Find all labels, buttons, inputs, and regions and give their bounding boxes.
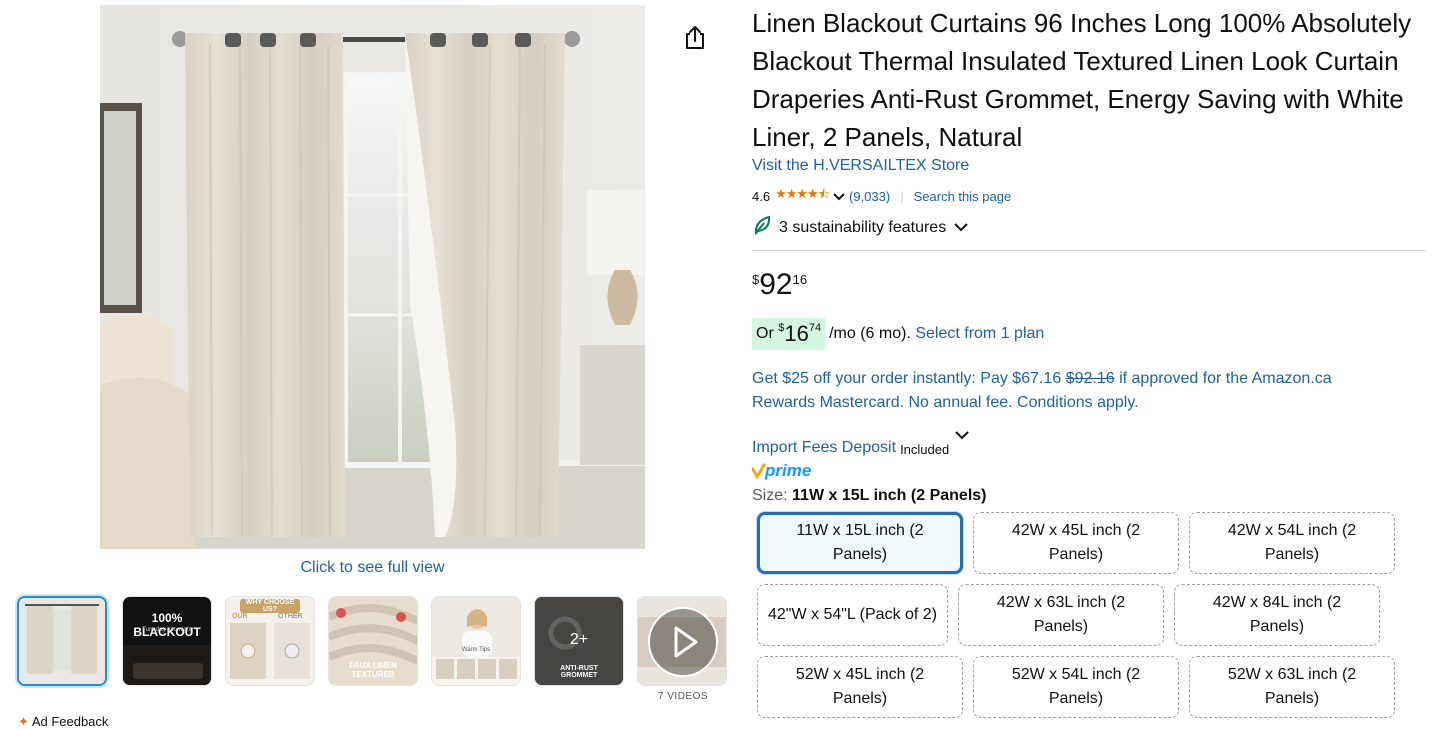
- thumbnail-2[interactable]: 100% BLACKOUT Turn day into night: [122, 596, 212, 686]
- import-fees-row: Import Fees Deposit Included: [752, 431, 969, 457]
- ad-feedback-link[interactable]: ✦ Ad Feedback: [18, 714, 108, 730]
- search-this-page-link[interactable]: Search this page: [914, 189, 1012, 204]
- chevron-down-icon: [954, 219, 968, 237]
- monthly-payment: Or $16 74 /mo (6 mo). Select from 1 plan: [752, 318, 1044, 350]
- rating-value: 4.6: [752, 188, 771, 204]
- store-link[interactable]: Visit the H.VERSAILTEX Store: [752, 157, 969, 175]
- monthly-suffix: /mo (6 mo).: [829, 325, 911, 342]
- monthly-symbol: $: [778, 322, 785, 334]
- leaf-icon: [753, 215, 771, 240]
- comparison-image: [230, 623, 310, 679]
- more-images-count: 2+: [569, 631, 589, 648]
- size-option[interactable]: 42W x 54L inch (2 Panels): [1189, 512, 1395, 574]
- sustainability-features[interactable]: 3 sustainability features: [753, 215, 968, 240]
- promo-text-1: Get $25 off your order instantly: Pay $6…: [752, 370, 1062, 387]
- share-icon: [686, 26, 704, 49]
- thumbnail-6[interactable]: 2+ ANTI-RUST GROMMET: [534, 596, 624, 686]
- thumbnail-why-choose-title: WHY CHOOSE US?: [240, 599, 300, 613]
- size-label-text: Size:: [752, 487, 788, 504]
- thumbnail-curtain-image: [19, 598, 105, 684]
- size-option[interactable]: 52W x 54L inch (2 Panels): [973, 656, 1179, 718]
- prime-label: prime: [764, 461, 811, 480]
- size-option[interactable]: 42W x 84L inch (2 Panels): [1174, 584, 1380, 646]
- videos-count-label: 7 VIDEOS: [657, 691, 709, 702]
- thumbnail-warm-tips-title: Warm Tips: [461, 647, 491, 653]
- divider-pipe: |: [900, 188, 904, 204]
- promo-strike-price: $92.16: [1065, 370, 1115, 387]
- thumbnail-3[interactable]: WHY CHOOSE US? OUR OTHER: [225, 596, 315, 686]
- share-button[interactable]: [680, 22, 710, 52]
- prime-badge: prime: [751, 461, 822, 483]
- rating-row: 4.6 ★★★★⯪ (9,033) | Search this page: [752, 185, 1011, 207]
- price-whole: 92: [759, 268, 793, 301]
- product-title: Linen Blackout Curtains 96 Inches Long 1…: [752, 8, 1412, 152]
- select-plan-link[interactable]: Select from 1 plan: [915, 325, 1044, 343]
- size-option[interactable]: 42"W x 54"L (Pack of 2): [757, 584, 948, 646]
- size-option[interactable]: 42W x 45L inch (2 Panels): [973, 512, 1179, 574]
- thumbnail-4[interactable]: FAUX LINEN TEXTURED: [328, 596, 418, 686]
- monthly-price-highlight: Or $16 74: [752, 318, 826, 350]
- price: $9216: [752, 268, 807, 302]
- price-fraction: 16: [792, 272, 808, 287]
- ad-feedback-label: Ad Feedback: [31, 714, 109, 729]
- size-label: Size: 11W x 15L inch (2 Panels): [752, 487, 986, 505]
- sustainability-label: 3 sustainability features: [779, 218, 947, 236]
- main-product-image[interactable]: [100, 5, 645, 549]
- import-fees-included: Included: [900, 442, 950, 457]
- thumbnail-anti-rust-caption: ANTI-RUST GROMMET: [560, 665, 598, 679]
- size-option[interactable]: 42W x 63L inch (2 Panels): [958, 584, 1164, 646]
- click-to-see-full-view-link[interactable]: Click to see full view: [100, 559, 645, 577]
- thumbnail-other-label: OTHER: [278, 613, 303, 620]
- rating-stars-icon[interactable]: ★★★★⯪: [775, 185, 830, 207]
- monthly-fraction: 74: [808, 322, 822, 334]
- chevron-down-icon[interactable]: [833, 189, 845, 204]
- thumbnail-1[interactable]: [17, 596, 107, 686]
- bedroom-dark-image: [123, 645, 211, 685]
- price-symbol: $: [752, 272, 760, 287]
- thumbnail-faux-linen-caption: FAUX LINEN TEXTURED: [349, 661, 397, 679]
- section-divider: [752, 250, 1426, 251]
- sparkle-icon: ✦: [18, 714, 29, 729]
- size-option[interactable]: 11W x 15L inch (2 Panels): [757, 512, 963, 574]
- thumbnail-our-label: OUR: [232, 613, 248, 620]
- import-fees-link[interactable]: Import Fees Deposit: [752, 439, 896, 457]
- monthly-prefix: Or: [756, 325, 774, 342]
- thumbnail-blackout-title: 100% BLACKOUT: [133, 611, 201, 639]
- monthly-whole: 16: [784, 321, 809, 346]
- tips-panels-image: [436, 659, 517, 679]
- size-selected-value: 11W x 15L inch (2 Panels): [792, 487, 987, 504]
- thumbnail-blackout-subtitle: Turn day into night: [142, 627, 192, 633]
- size-option[interactable]: 52W x 45L inch (2 Panels): [757, 656, 963, 718]
- promo-offer-link[interactable]: Get $25 off your order instantly: Pay $6…: [752, 367, 1392, 415]
- curtain-photo: [100, 5, 645, 549]
- ratings-count-link[interactable]: (9,033): [849, 189, 890, 204]
- chevron-down-icon[interactable]: [955, 427, 969, 445]
- thumbnail-videos[interactable]: [637, 596, 727, 686]
- video-preview-image: [638, 597, 726, 685]
- prime-logo-icon: prime: [751, 461, 811, 480]
- thumbnail-5[interactable]: Warm Tips: [431, 596, 521, 686]
- size-option[interactable]: 52W x 63L inch (2 Panels): [1189, 656, 1395, 718]
